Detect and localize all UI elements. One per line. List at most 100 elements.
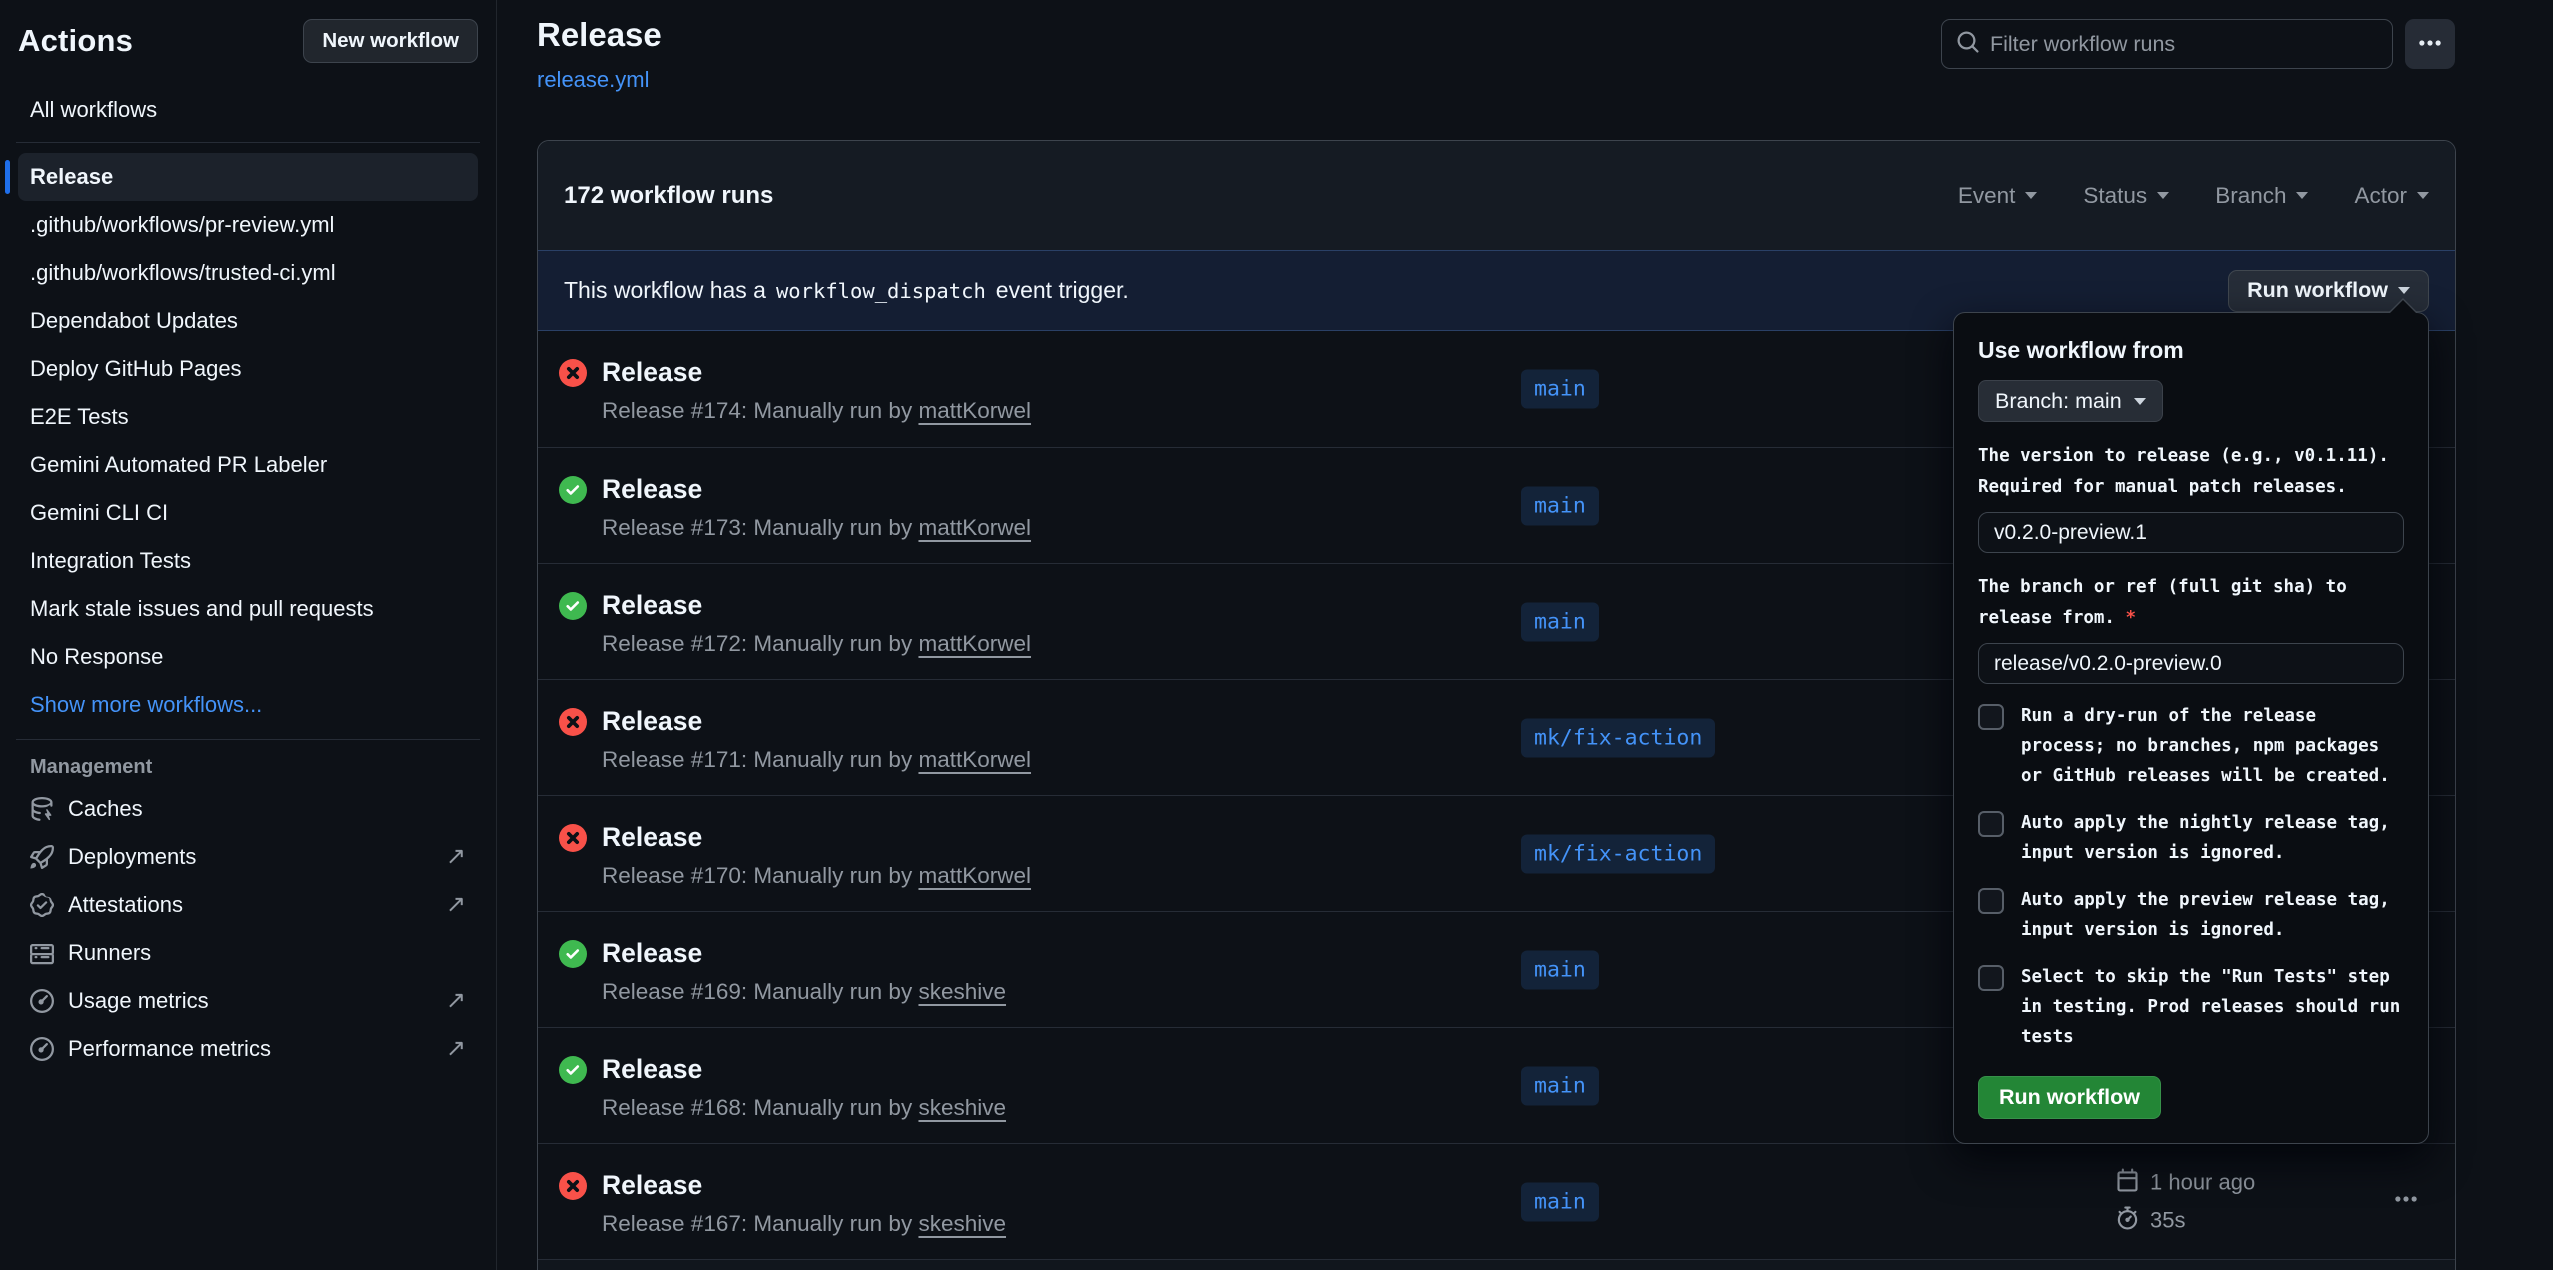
stopwatch-icon <box>2116 1206 2139 1235</box>
management-item-label: Performance metrics <box>68 1036 271 1062</box>
run-description: Release #174: Manually run by mattKorwel <box>602 398 1031 424</box>
management-item-label: Caches <box>68 796 143 822</box>
branch-pill[interactable]: main <box>1521 1182 1599 1221</box>
new-workflow-button[interactable]: New workflow <box>303 19 478 63</box>
cache-icon <box>30 797 54 821</box>
checkbox[interactable] <box>1978 965 2004 991</box>
page-title: Release <box>537 16 662 54</box>
sidebar-workflow-item[interactable]: Gemini CLI CI <box>18 489 478 537</box>
sidebar-management-item[interactable]: Usage metrics ↗ <box>18 977 478 1025</box>
run-description: Release #171: Manually run by mattKorwel <box>602 747 1031 773</box>
field-input[interactable] <box>1978 643 2404 684</box>
branch-pill[interactable]: main <box>1521 486 1599 525</box>
sidebar-workflow-item[interactable]: Dependabot Updates <box>18 297 478 345</box>
sidebar-title: Actions <box>18 23 133 59</box>
runs-filter-dropdown[interactable]: Status <box>2083 183 2169 209</box>
chevron-down-icon <box>2157 192 2169 199</box>
run-title-link[interactable]: Release <box>602 357 1031 388</box>
branch-pill[interactable]: mk/fix-action <box>1521 718 1715 757</box>
banner-text-after: event trigger. <box>996 277 1129 304</box>
branch-pill[interactable]: main <box>1521 950 1599 989</box>
sidebar-workflow-item[interactable]: .github/workflows/pr-review.yml <box>18 201 478 249</box>
sidebar-workflow-item[interactable]: Mark stale issues and pull requests <box>18 585 478 633</box>
run-title-link[interactable]: Release <box>602 938 1006 969</box>
branch-pill[interactable]: mk/fix-action <box>1521 834 1715 873</box>
dispatch-field: The branch or ref (full git sha) torelea… <box>1978 572 2404 684</box>
sidebar-item-all-workflows[interactable]: All workflows <box>18 88 478 132</box>
kebab-icon <box>2393 1186 2419 1217</box>
sidebar-workflow-item[interactable]: Integration Tests <box>18 537 478 585</box>
checkbox-label: Auto apply the preview release tag,input… <box>2021 885 2390 945</box>
runs-filter-dropdown[interactable]: Actor <box>2354 183 2429 209</box>
server-icon <box>30 941 54 965</box>
dispatch-checkboxes: Run a dry-run of the releaseprocess; no … <box>1978 701 2404 1052</box>
run-title-link[interactable]: Release <box>602 1054 1006 1085</box>
sidebar-workflow-item[interactable]: No Response <box>18 633 478 681</box>
run-actor-link[interactable]: skeshive <box>918 1211 1006 1236</box>
sidebar-workflow-item[interactable]: E2E Tests <box>18 393 478 441</box>
checkbox[interactable] <box>1978 811 2004 837</box>
failure-icon <box>559 708 587 736</box>
branch-pill[interactable]: main <box>1521 370 1599 409</box>
run-actor-link[interactable]: skeshive <box>918 979 1006 1004</box>
branch-select-button[interactable]: Branch: main <box>1978 380 2163 422</box>
sidebar-workflow-item[interactable]: Gemini Automated PR Labeler <box>18 441 478 489</box>
filter-workflow-runs-box <box>1941 19 2393 69</box>
runs-filter-dropdown[interactable]: Event <box>1958 183 2038 209</box>
run-actor-link[interactable]: mattKorwel <box>918 631 1031 656</box>
show-more-workflows-link[interactable]: Show more workflows... <box>18 681 478 729</box>
chevron-down-icon <box>2398 287 2410 294</box>
field-input[interactable] <box>1978 512 2404 553</box>
checkbox[interactable] <box>1978 888 2004 914</box>
run-actor-link[interactable]: mattKorwel <box>918 515 1031 540</box>
dispatch-checkbox-row: Select to skip the "Run Tests" stepin te… <box>1978 962 2404 1052</box>
run-options-kebab-button[interactable] <box>2386 1182 2426 1222</box>
run-description: Release #170: Manually run by mattKorwel <box>602 863 1031 889</box>
management-list: Caches Deployments ↗ Attestations ↗ Runn… <box>18 785 478 1073</box>
branch-pill[interactable]: main <box>1521 1066 1599 1105</box>
run-title-link[interactable]: Release <box>602 474 1031 505</box>
actions-sidebar: Actions New workflow All workflows Relea… <box>0 0 497 1270</box>
sidebar-divider <box>16 739 480 740</box>
filter-workflow-runs-input[interactable] <box>1990 32 2378 57</box>
workflow-list: Release .github/workflows/pr-review.yml … <box>18 153 478 681</box>
sidebar-workflow-item[interactable]: Deploy GitHub Pages <box>18 345 478 393</box>
chevron-down-icon <box>2025 192 2037 199</box>
dispatch-checkbox-row: Run a dry-run of the releaseprocess; no … <box>1978 701 2404 791</box>
management-item-label: Attestations <box>68 892 183 918</box>
sidebar-divider <box>16 142 480 143</box>
checkbox[interactable] <box>1978 704 2004 730</box>
run-title-link[interactable]: Release <box>602 1170 1006 1201</box>
sidebar-workflow-item[interactable]: .github/workflows/trusted-ci.yml <box>18 249 478 297</box>
workflow-options-kebab-button[interactable] <box>2405 19 2455 69</box>
run-description: Release #169: Manually run by skeshive <box>602 979 1006 1005</box>
run-title-link[interactable]: Release <box>602 822 1031 853</box>
branch-pill[interactable]: main <box>1521 602 1599 641</box>
run-actor-link[interactable]: skeshive <box>918 1095 1006 1120</box>
runs-filter-dropdown[interactable]: Branch <box>2215 183 2308 209</box>
run-actor-link[interactable]: mattKorwel <box>918 398 1031 423</box>
sidebar-management-item[interactable]: Runners <box>18 929 478 977</box>
sidebar-management-item[interactable]: Attestations ↗ <box>18 881 478 929</box>
workflow-file-link[interactable]: release.yml <box>537 67 649 93</box>
dispatch-checkbox-row: Auto apply the preview release tag,input… <box>1978 885 2404 945</box>
success-icon <box>559 476 587 504</box>
run-actor-link[interactable]: mattKorwel <box>918 863 1031 888</box>
management-item-label: Usage metrics <box>68 988 209 1014</box>
workflow-run-row: Release Release #167: Manually run by sk… <box>538 1143 2455 1259</box>
dispatch-panel-heading: Use workflow from <box>1978 337 2404 364</box>
run-duration: 35s <box>2150 1208 2185 1234</box>
external-link-arrow-icon: ↗ <box>446 989 466 1013</box>
calendar-icon <box>2116 1168 2139 1197</box>
sidebar-workflow-item[interactable]: Release <box>18 153 478 201</box>
run-title-link[interactable]: Release <box>602 706 1031 737</box>
sidebar-management-item[interactable]: Caches <box>18 785 478 833</box>
sidebar-management-item[interactable]: Deployments ↗ <box>18 833 478 881</box>
sidebar-management-item[interactable]: Performance metrics ↗ <box>18 1025 478 1073</box>
run-description: Release #172: Manually run by mattKorwel <box>602 631 1031 657</box>
run-workflow-submit-button[interactable]: Run workflow <box>1978 1076 2161 1119</box>
dispatch-fields: The version to release (e.g., v0.1.11).R… <box>1978 441 2404 684</box>
run-time: 1 hour ago <box>2150 1170 2255 1196</box>
run-title-link[interactable]: Release <box>602 590 1031 621</box>
run-actor-link[interactable]: mattKorwel <box>918 747 1031 772</box>
